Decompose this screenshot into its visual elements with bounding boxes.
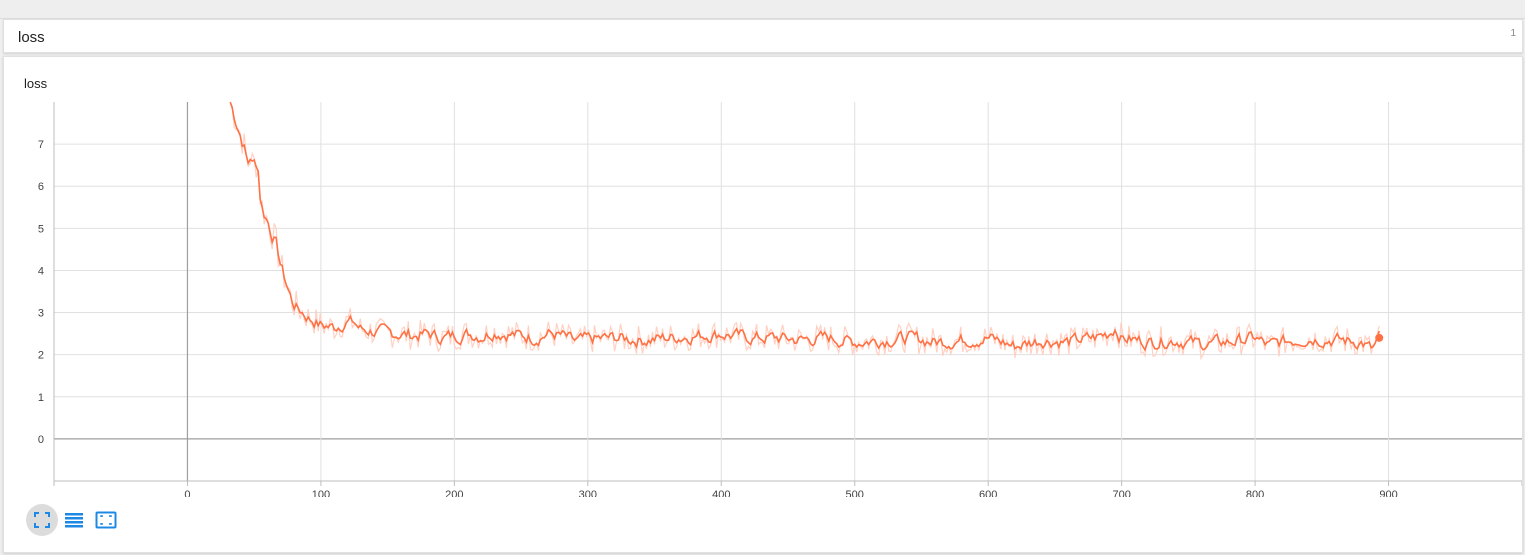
- log-scale-icon: [65, 513, 83, 528]
- tag-group-count: 1: [1510, 28, 1516, 39]
- x-tick-label: 200: [445, 489, 463, 497]
- chart-toolbar: [26, 504, 122, 536]
- log-scale-button[interactable]: [58, 504, 90, 536]
- y-tick-label: 0: [38, 434, 44, 446]
- y-tick-label: 3: [38, 308, 44, 320]
- x-tick-label: 300: [579, 489, 597, 497]
- x-tick-label: 400: [712, 489, 730, 497]
- y-tick-label: 7: [38, 139, 44, 151]
- last-point-marker: [1375, 333, 1384, 342]
- fullscreen-icon: [34, 512, 50, 528]
- tag-group-header[interactable]: loss 1: [3, 19, 1523, 53]
- x-tick-label: 800: [1246, 489, 1264, 497]
- loss-chart[interactable]: 0 1 2 3 4 5 6 7 0 100 200 300 400 500 600 700 800 900: [4, 57, 1522, 497]
- loss-raw-line: [229, 102, 1380, 361]
- y-tick-label: 1: [38, 392, 44, 404]
- x-tick-label: 600: [979, 489, 997, 497]
- x-tick-label: 500: [846, 489, 864, 497]
- y-tick-label: 5: [38, 223, 44, 235]
- top-strip: [0, 0, 1525, 19]
- fit-domain-icon: [95, 511, 117, 529]
- x-tick-label: 0: [184, 489, 190, 497]
- y-tick-label: 6: [38, 181, 44, 193]
- fullscreen-button[interactable]: [26, 504, 58, 536]
- fit-domain-button[interactable]: [90, 504, 122, 536]
- x-tick-label: 100: [312, 489, 330, 497]
- y-tick-label: 4: [38, 265, 44, 277]
- chart-card: loss 0 1 2 3 4 5 6 7 0 100 200 300 400 500 600 700 800 90…: [3, 56, 1523, 553]
- x-tick-label: 900: [1379, 489, 1397, 497]
- y-tick-label: 2: [38, 350, 44, 362]
- tag-group-title: loss: [18, 29, 45, 46]
- x-tick-label: 700: [1112, 489, 1130, 497]
